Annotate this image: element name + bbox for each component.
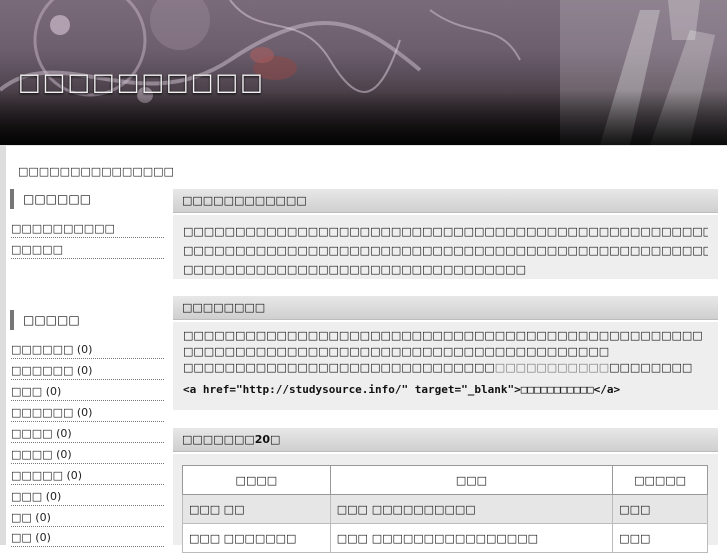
category-label: □□□ [11,490,43,503]
category-label: □□ [11,531,32,544]
sidebar-link-2[interactable]: □□□□□ [11,242,164,259]
sidebar-heading-2: □□□□□ [10,310,160,330]
category-count: (0) [56,448,72,461]
category-item[interactable]: □□ (0) [11,510,164,527]
code-open-tag: <a href="http://studysource.info/" targe… [183,383,521,396]
table-cell[interactable]: □□□ □□□□□□□□□□□□□□□□ [329,523,614,553]
link-text-post: □□□□□□□□ [609,361,693,374]
category-count: (0) [76,406,93,419]
category-count: (0) [35,511,51,524]
category-item[interactable]: □□□□ (0) [11,426,164,443]
table-cell: □□□ [612,494,708,524]
panel-body-intro: □□□□□□□□□□□□□□□□□□□□□□□□□□□□□□□□□□□□□□□□… [173,215,718,279]
category-count: (0) [66,469,83,482]
category-count: (0) [56,427,72,440]
category-count: (0) [45,490,62,503]
category-label: □□ [11,511,32,524]
category-item[interactable]: □□□ (0) [11,489,164,506]
panel-title-ranking: □□□□□□□20□ [173,428,718,452]
category-label: □□□□ [11,448,53,461]
link-code-snippet: <a href="http://studysource.info/" targe… [183,380,708,399]
panel-title-link: □□□□□□□□ [173,296,718,320]
category-item[interactable]: □□□ (0) [11,384,164,401]
category-count: (0) [35,531,51,544]
link-text-line: □□□□□□□□□□□□□□□□□□□□□□□□□□□□□□□□□□□□□□□□… [183,329,703,342]
link-text-pre: □□□□□□□□□□□□□□□□□□□□□□□□□□□□□□ [183,361,495,374]
table-cell[interactable]: □□□ □□□□□□□□□□ [329,494,614,524]
code-close-tag: </a> [593,383,621,396]
category-item[interactable]: □□ (0) [11,530,164,547]
table-cell: □□□ □□□□□□□ [182,523,331,553]
link-text-line: □□□□□□□□□□□□□□□□□□□□□□□□□□□□□□□□□□□□□□□□… [183,345,610,358]
breadcrumb: □□□□□□□□□□□□□□□ [18,165,174,178]
site-header: □□□□□□□□□□ [0,0,727,145]
table-row[interactable]: □□□ □□ □□□ □□□□□□□□□□ □□□ [182,494,708,524]
category-label: □□□□ [11,427,53,440]
category-count: (0) [76,364,93,377]
category-label: □□□ [11,385,43,398]
intro-line: □□□□□□□□□□□□□□□□□□□□□□□□□□□□□□□□□□□□□□□□… [183,244,708,257]
table-header-row: □□□□ □□□ □□□□□ [182,465,708,495]
category-count: (0) [45,385,62,398]
panel-title-intro: □□□□□□□□□□□□ [173,189,718,213]
table-row[interactable]: □□□ □□□□□□□ □□□ □□□□□□□□□□□□□□□□ □□□ [182,523,708,553]
column-header: □□□□□ [612,465,708,495]
table-cell: □□□ [612,523,708,553]
code-anchor-text: □□□□□□□□□□□ [520,383,594,396]
category-label: □□□□□ [11,469,63,482]
category-label: □□□□□□ [11,343,74,356]
table-cell: □□□ □□ [182,494,331,524]
sidebar-link-1[interactable]: □□□□□□□□□□ [11,221,164,238]
category-label: □□□□□□ [11,406,74,419]
category-item[interactable]: □□□□ (0) [11,447,164,464]
category-item[interactable]: □□□□□□ (0) [11,363,164,380]
category-count: (0) [76,343,93,356]
column-header: □□□ [329,465,614,495]
category-item[interactable]: □□□□□□ (0) [11,405,164,422]
category-item[interactable]: □□□□□ (0) [11,468,164,485]
sidebar-heading-1: □□□□□□ [10,189,160,209]
link-text-line: □□□□□□□□□□□□□□□□□□□□□□□□□□□□□□□□□□□□□□□□… [183,360,708,376]
inline-link[interactable]: □□□□□□□□□□□ [495,361,609,374]
category-item[interactable]: □□□□□□ (0) [11,342,164,359]
intro-line: □□□□□□□□□□□□□□□□□□□□□□□□□□□□□□□□□ [183,263,526,276]
site-title: □□□□□□□□□□ [18,68,265,96]
column-header: □□□□ [182,465,331,495]
panel-body-link: □□□□□□□□□□□□□□□□□□□□□□□□□□□□□□□□□□□□□□□□… [173,322,718,410]
ranking-table: □□□□ □□□ □□□□□ □□□ □□ □□□ □□□□□□□□□□ □□□… [182,465,708,553]
intro-line: □□□□□□□□□□□□□□□□□□□□□□□□□□□□□□□□□□□□□□□□… [183,225,708,238]
category-label: □□□□□□ [11,364,74,377]
